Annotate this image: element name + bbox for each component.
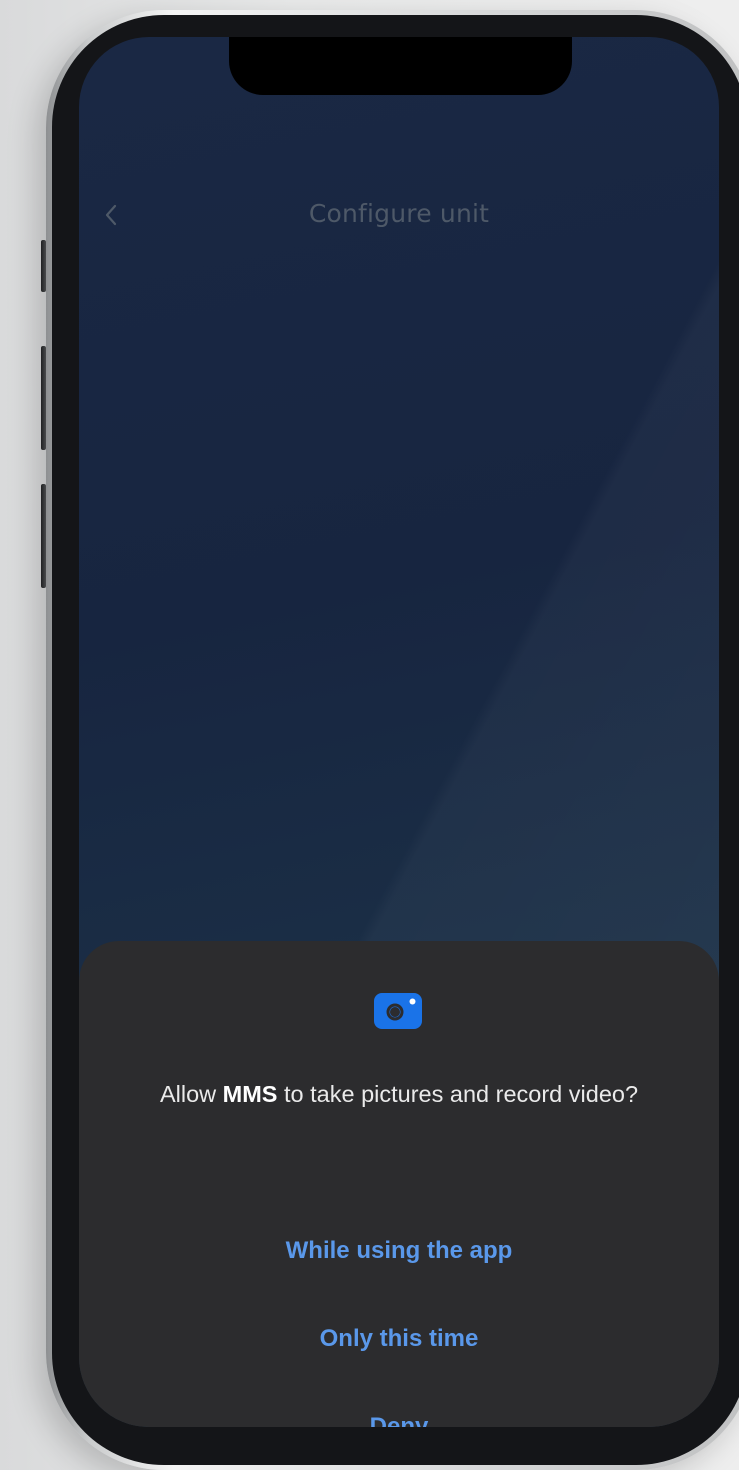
deny-button[interactable]: Deny bbox=[79, 1413, 719, 1427]
volume-down-button bbox=[41, 484, 46, 588]
phone-screen: Configure unit Allow MMS to take picture… bbox=[79, 37, 719, 1427]
permission-dialog: Allow MMS to take pictures and record vi… bbox=[79, 941, 719, 1427]
only-this-time-button[interactable]: Only this time bbox=[79, 1325, 719, 1353]
permission-prompt: Allow MMS to take pictures and record vi… bbox=[79, 1081, 719, 1108]
camera-icon bbox=[374, 993, 422, 1029]
app-name: MMS bbox=[222, 1081, 278, 1107]
prompt-suffix: to take pictures and record video? bbox=[277, 1081, 639, 1107]
prompt-prefix: Allow bbox=[159, 1081, 223, 1107]
page-title: Configure unit bbox=[308, 199, 490, 228]
while-using-app-button[interactable]: While using the app bbox=[79, 1237, 719, 1265]
action-button bbox=[41, 240, 46, 292]
volume-up-button bbox=[41, 346, 46, 450]
notch bbox=[229, 37, 572, 95]
